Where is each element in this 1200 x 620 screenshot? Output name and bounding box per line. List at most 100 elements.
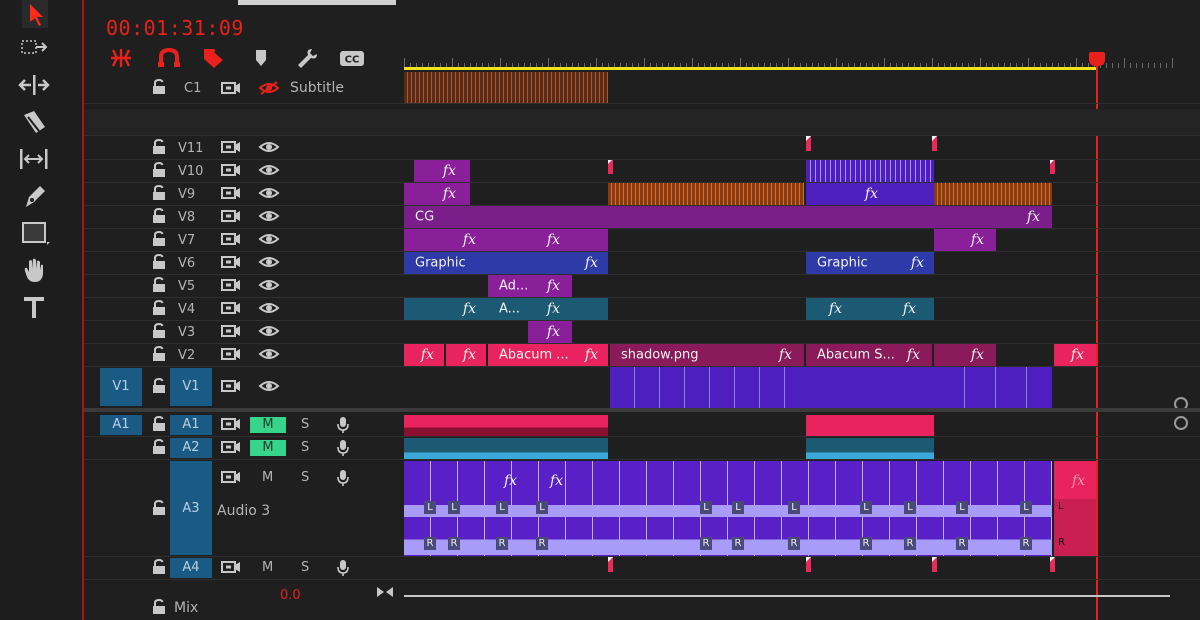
sync-lock-icon[interactable]	[220, 346, 242, 362]
clip-v2-shadow[interactable]: shadow.png fx	[610, 344, 804, 366]
sync-lock-icon[interactable]	[220, 231, 242, 247]
sync-lock-icon[interactable]	[220, 80, 242, 96]
lock-icon[interactable]	[152, 253, 166, 270]
clip-v9[interactable]: fx	[404, 183, 470, 205]
toggle-output-eye-icon[interactable]	[258, 231, 280, 247]
clip-v7-2[interactable]: fx	[488, 229, 572, 251]
track-select-icon[interactable]	[14, 33, 54, 63]
linked-selection-icon[interactable]	[152, 46, 186, 70]
sync-lock-icon[interactable]	[220, 277, 242, 293]
clip-v7-3[interactable]	[572, 229, 608, 251]
clip-v2-1[interactable]: fx	[404, 344, 444, 366]
sync-lock-icon[interactable]	[220, 254, 242, 270]
track-target-a1[interactable]: A1	[170, 415, 212, 435]
caption-hidden-icon[interactable]	[258, 80, 280, 96]
mix-volume-value[interactable]: 0.0	[280, 588, 301, 603]
audio-zoom-knob[interactable]	[1174, 416, 1188, 430]
video-audio-divider[interactable]	[84, 408, 1200, 412]
clip-v6-graphic-1[interactable]: Graphic fx	[404, 252, 608, 274]
lock-icon[interactable]	[152, 415, 166, 432]
toggle-output-eye-icon[interactable]	[258, 378, 280, 394]
clip-v4-4[interactable]: fx	[806, 298, 854, 320]
clip-v3[interactable]: fx	[528, 321, 572, 343]
voice-over-mic-icon[interactable]	[336, 416, 350, 434]
clip-v10-vstripe[interactable]	[806, 160, 934, 182]
clip-marker[interactable]	[1050, 557, 1055, 572]
lock-icon[interactable]	[152, 184, 166, 201]
timeline-track-area[interactable]: fx fx fx CG fx fx fx fx Graphic fx Graphic fx Ad... f…	[404, 0, 1200, 620]
clip-v7-4[interactable]: fx	[934, 229, 996, 251]
razor-icon[interactable]	[14, 107, 54, 137]
track-target-a2[interactable]: A2	[170, 438, 212, 458]
clip-v5[interactable]: Ad... fx	[488, 275, 572, 297]
sync-lock-icon[interactable]	[220, 139, 242, 155]
toggle-output-eye-icon[interactable]	[258, 185, 280, 201]
clip-v10[interactable]: fx	[414, 160, 470, 182]
lock-icon[interactable]	[152, 438, 166, 455]
solo-track-button[interactable]: S	[301, 440, 309, 455]
clip-v4-3[interactable]	[572, 298, 608, 320]
clip-marker[interactable]	[806, 136, 811, 151]
rectangle-icon[interactable]	[14, 218, 54, 248]
clip-v4-2[interactable]: A... fx	[488, 298, 572, 320]
clip-marker[interactable]	[608, 557, 613, 572]
settings-wrench-icon[interactable]	[289, 46, 323, 70]
solo-track-button[interactable]: S	[301, 417, 309, 432]
mix-go-to-end-icon[interactable]	[374, 584, 396, 600]
sync-lock-icon[interactable]	[220, 300, 242, 316]
clip-v9-stripes-2[interactable]	[934, 183, 1052, 205]
sync-lock-icon[interactable]	[220, 378, 242, 394]
selection-tool-icon[interactable]	[14, 0, 54, 30]
clip-v2-abacum[interactable]: Abacum ... fx	[488, 344, 608, 366]
type-icon[interactable]	[14, 292, 54, 322]
toggle-output-eye-icon[interactable]	[258, 254, 280, 270]
lock-icon[interactable]	[152, 138, 166, 155]
toggle-output-eye-icon[interactable]	[258, 323, 280, 339]
clip-v2-6[interactable]: fx	[1054, 344, 1096, 366]
mute-track-button[interactable]: M	[262, 470, 273, 485]
playhead-timecode[interactable]: 00:01:31:09	[106, 16, 244, 40]
clip-v1-1[interactable]	[610, 367, 806, 408]
toggle-output-eye-icon[interactable]	[258, 208, 280, 224]
clip-marker[interactable]	[608, 159, 613, 174]
lock-icon[interactable]	[152, 499, 166, 516]
clip-v9-purple[interactable]: fx	[806, 183, 934, 205]
lock-icon[interactable]	[152, 598, 166, 615]
clip-v8-cg[interactable]: CG fx	[404, 206, 1052, 228]
source-patch-a1[interactable]: A1	[100, 415, 142, 435]
clip-marker[interactable]	[932, 136, 937, 151]
hand-icon[interactable]	[14, 255, 54, 285]
clip-a1-1[interactable]	[404, 415, 608, 436]
clip-a2-2[interactable]	[806, 438, 934, 459]
clip-v2-5[interactable]: fx	[934, 344, 996, 366]
clip-marker[interactable]	[806, 557, 811, 572]
lock-icon[interactable]	[152, 345, 166, 362]
clip-v7-1[interactable]: fx	[404, 229, 488, 251]
lock-icon[interactable]	[152, 230, 166, 247]
captions-icon[interactable]: CC	[335, 46, 369, 70]
sync-lock-icon[interactable]	[220, 469, 242, 485]
clip-marker[interactable]	[932, 557, 937, 572]
lock-icon[interactable]	[152, 161, 166, 178]
clip-v1-2[interactable]	[806, 367, 934, 408]
solo-track-button[interactable]: S	[301, 470, 309, 485]
slip-icon[interactable]	[14, 144, 54, 174]
add-marker-icon[interactable]	[197, 46, 231, 70]
clip-v2-2[interactable]: fx	[446, 344, 486, 366]
lock-icon[interactable]	[152, 377, 166, 394]
clip-v9-stripes-1[interactable]	[608, 183, 804, 205]
sync-lock-icon[interactable]	[220, 416, 242, 432]
sequence-tab-indicator[interactable]	[238, 0, 396, 5]
clip-v6-graphic-2[interactable]: Graphic fx	[806, 252, 934, 274]
sync-lock-icon[interactable]	[220, 559, 242, 575]
sync-lock-icon[interactable]	[220, 162, 242, 178]
lock-icon[interactable]	[152, 276, 166, 293]
toggle-output-eye-icon[interactable]	[258, 162, 280, 178]
solo-track-button[interactable]: S	[301, 560, 309, 575]
pen-icon[interactable]	[14, 181, 54, 211]
snap-icon[interactable]	[104, 46, 138, 70]
clip-a1-2[interactable]	[806, 415, 934, 436]
source-patch-v1[interactable]: V1	[100, 368, 142, 406]
toggle-output-eye-icon[interactable]	[258, 277, 280, 293]
ripple-edit-icon[interactable]	[14, 70, 54, 100]
